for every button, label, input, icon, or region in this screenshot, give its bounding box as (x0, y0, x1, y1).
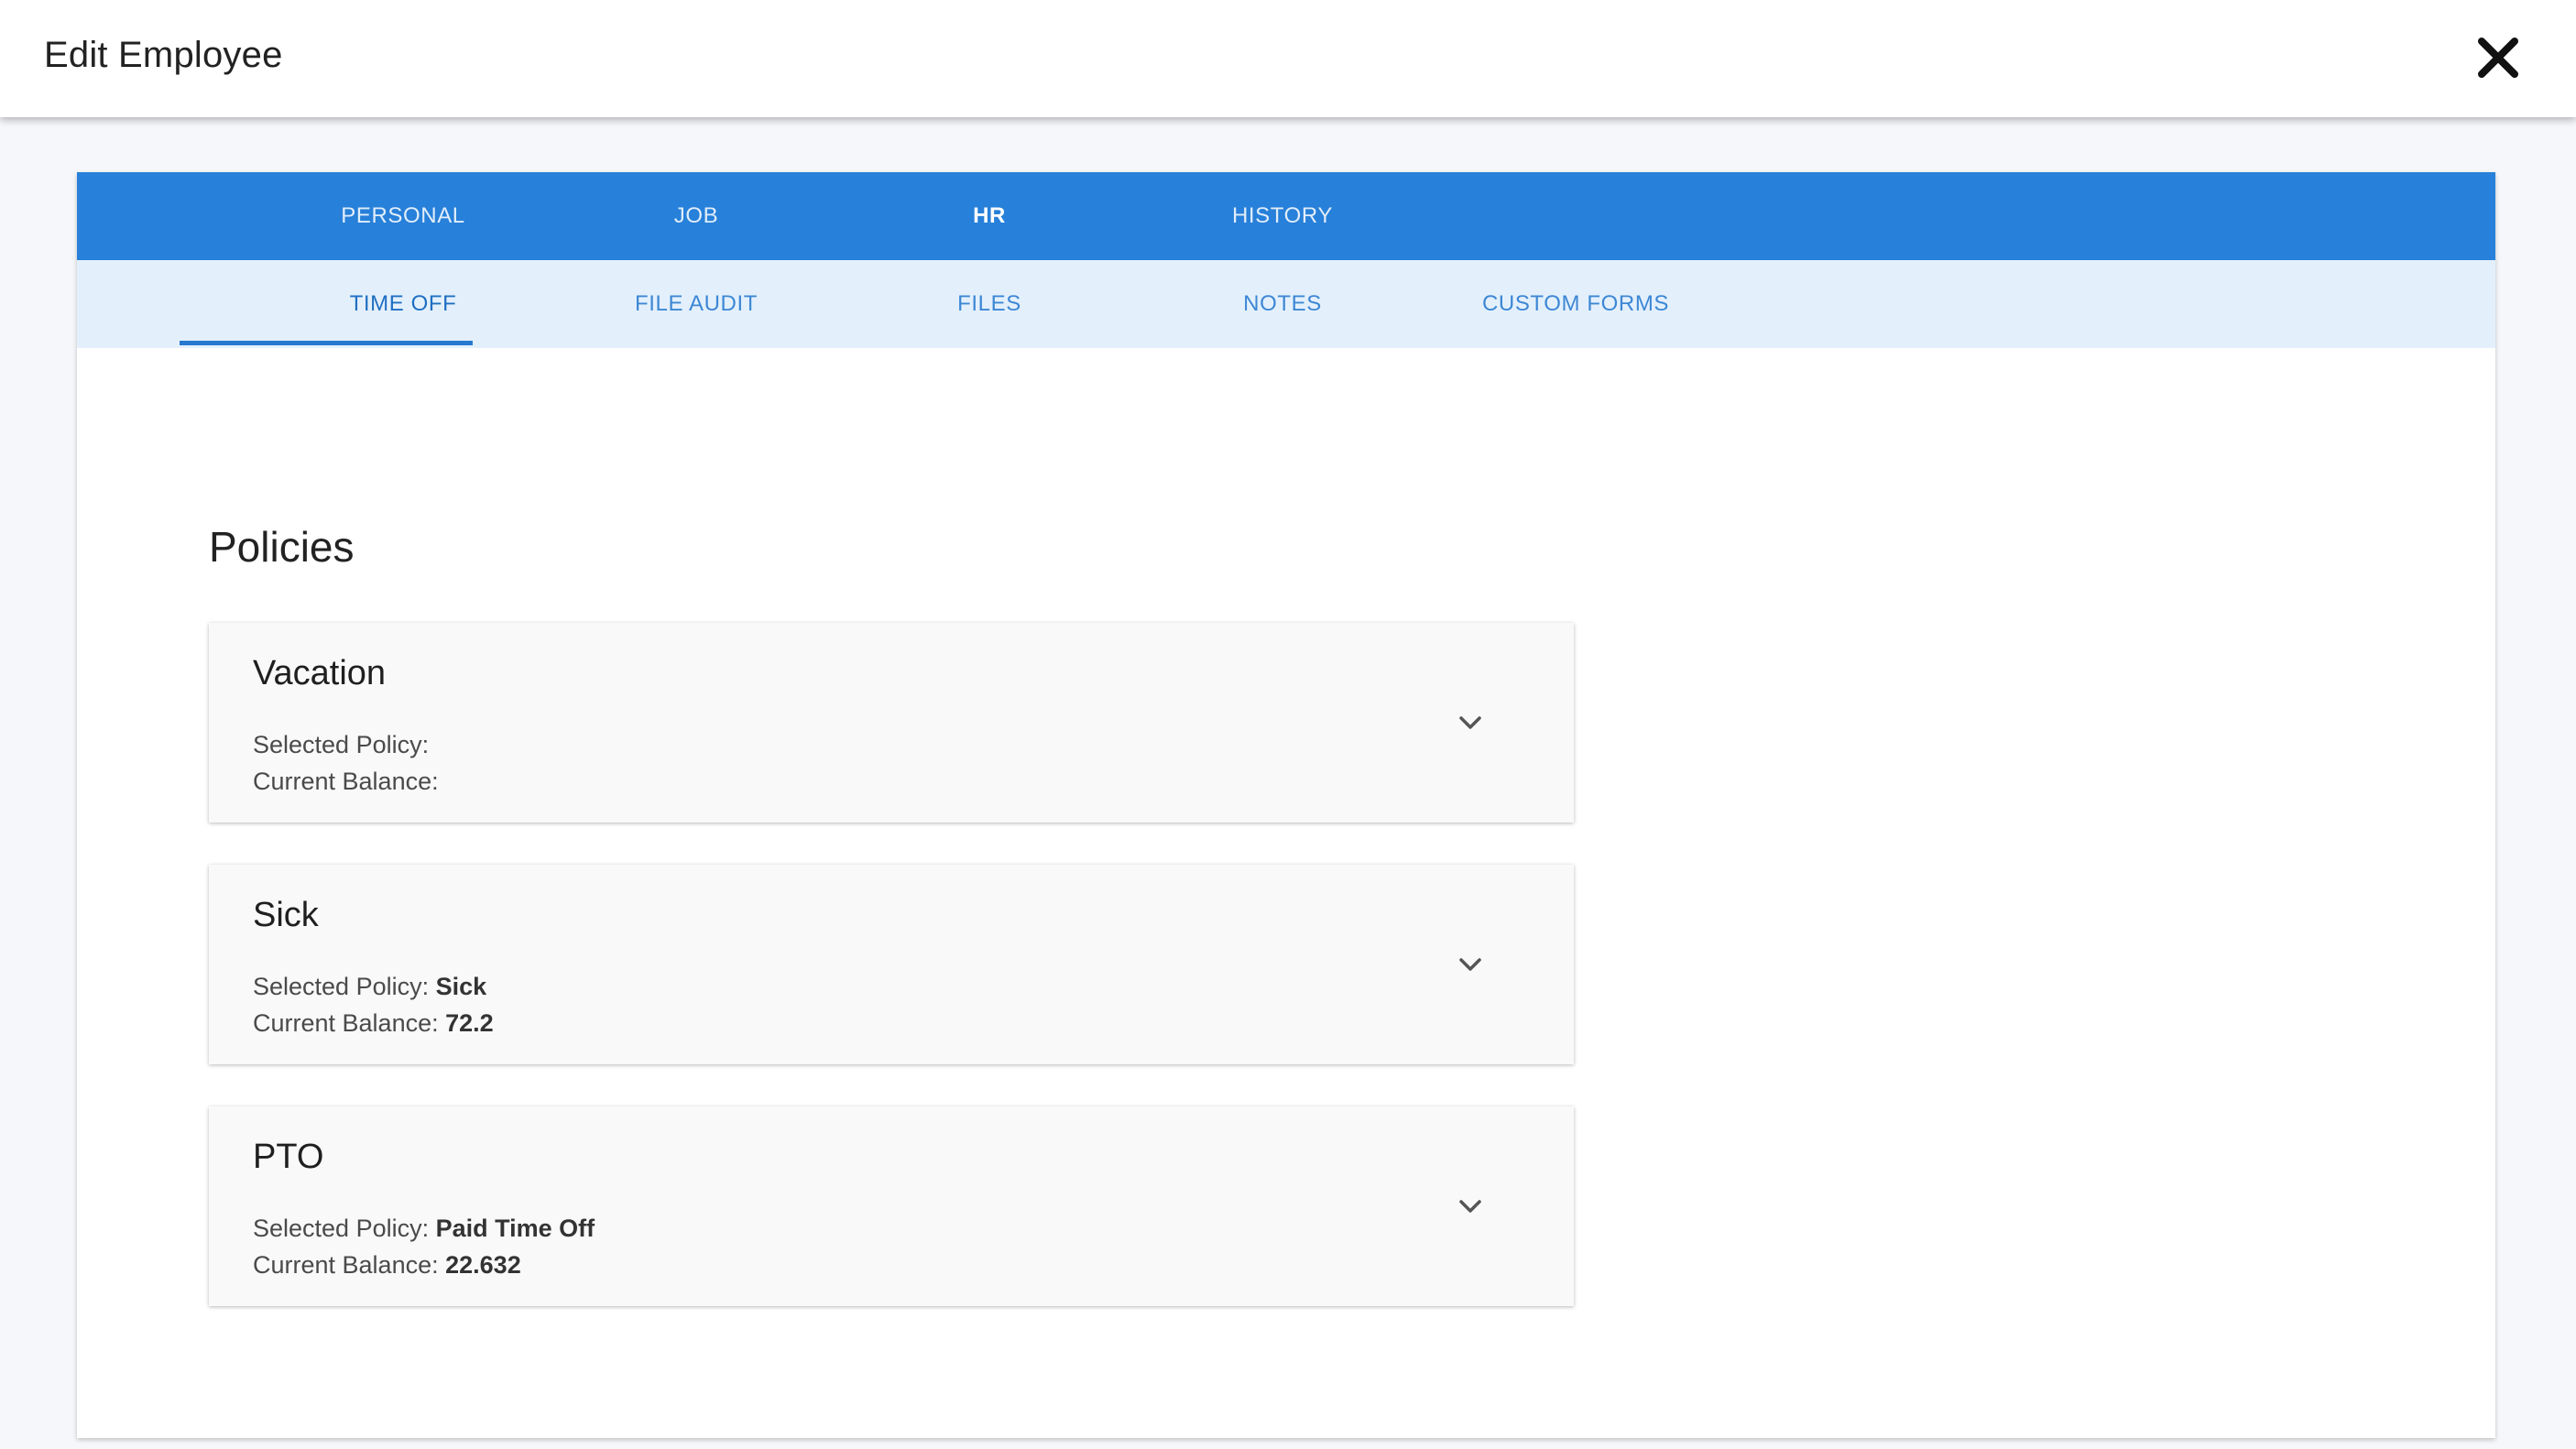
tab-personal-label: PERSONAL (341, 203, 465, 228)
employee-card: PERSONAL JOB HR HISTORY TIME OFF FILE AU… (77, 172, 2495, 1438)
selected-policy-label: Selected Policy: (253, 731, 430, 758)
subtab-time-off-label: TIME OFF (349, 291, 457, 316)
selected-policy-label: Selected Policy: (253, 1215, 430, 1242)
chevron-down-icon (1459, 1200, 1481, 1213)
chevron-down-icon (1459, 716, 1481, 729)
expand-button[interactable] (1457, 1193, 1484, 1220)
subtab-notes-label: NOTES (1243, 291, 1322, 316)
dialog-title: Edit Employee (44, 35, 283, 75)
selected-policy-line: Selected Policy: Paid Time Off (253, 1215, 595, 1243)
close-icon (2478, 38, 2518, 78)
current-balance-line: Current Balance: 72.2 (253, 1009, 494, 1038)
selected-policy-value: Paid Time Off (435, 1215, 595, 1242)
expand-button[interactable] (1457, 709, 1484, 736)
policy-name: Sick (253, 896, 319, 934)
selected-policy-value: Sick (435, 973, 487, 1000)
subtab-notes[interactable]: NOTES (1136, 260, 1429, 348)
close-button[interactable] (2473, 33, 2523, 82)
secondary-tab-bar: TIME OFF FILE AUDIT FILES NOTES CUSTOM F… (77, 260, 2495, 348)
current-balance-line: Current Balance: 22.632 (253, 1251, 521, 1280)
tab-history[interactable]: HISTORY (1136, 172, 1429, 260)
current-balance-label: Current Balance: (253, 768, 439, 795)
tab-hr[interactable]: HR (843, 172, 1136, 260)
tab-job[interactable]: JOB (550, 172, 843, 260)
current-balance-label: Current Balance: (253, 1009, 439, 1037)
tab-job-label: JOB (673, 203, 719, 228)
subtab-custom-forms-label: CUSTOM FORMS (1481, 291, 1670, 316)
current-balance-value: 22.632 (445, 1251, 521, 1279)
tab-history-label: HISTORY (1231, 203, 1333, 228)
top-app-bar: Edit Employee (0, 0, 2576, 117)
primary-tab-bar: PERSONAL JOB HR HISTORY (77, 172, 2495, 260)
active-tab-indicator (180, 341, 473, 345)
subtab-file-audit-label: FILE AUDIT (634, 291, 759, 316)
current-balance-line: Current Balance: (253, 768, 439, 796)
expand-button[interactable] (1457, 951, 1484, 978)
policy-panel-vacation[interactable]: Vacation Selected Policy: Current Balanc… (209, 623, 1574, 823)
subtab-files[interactable]: FILES (843, 260, 1136, 348)
current-balance-value: 72.2 (445, 1009, 494, 1037)
subtab-file-audit[interactable]: FILE AUDIT (550, 260, 843, 348)
policy-name: PTO (253, 1138, 324, 1176)
selected-policy-line: Selected Policy: Sick (253, 973, 486, 1001)
chevron-down-icon (1459, 958, 1481, 971)
selected-policy-label: Selected Policy: (253, 973, 430, 1000)
policy-panel-sick[interactable]: Sick Selected Policy: Sick Current Balan… (209, 865, 1574, 1064)
current-balance-label: Current Balance: (253, 1251, 439, 1279)
selected-policy-line: Selected Policy: (253, 731, 429, 759)
subtab-custom-forms[interactable]: CUSTOM FORMS (1429, 260, 1722, 348)
tab-hr-label: HR (973, 203, 1006, 228)
tab-personal[interactable]: PERSONAL (257, 172, 550, 260)
policy-panel-pto[interactable]: PTO Selected Policy: Paid Time Off Curre… (209, 1106, 1574, 1306)
policies-heading: Policies (209, 523, 355, 571)
subtab-time-off[interactable]: TIME OFF (257, 260, 550, 348)
policy-name: Vacation (253, 654, 387, 692)
subtab-files-label: FILES (957, 291, 1021, 316)
